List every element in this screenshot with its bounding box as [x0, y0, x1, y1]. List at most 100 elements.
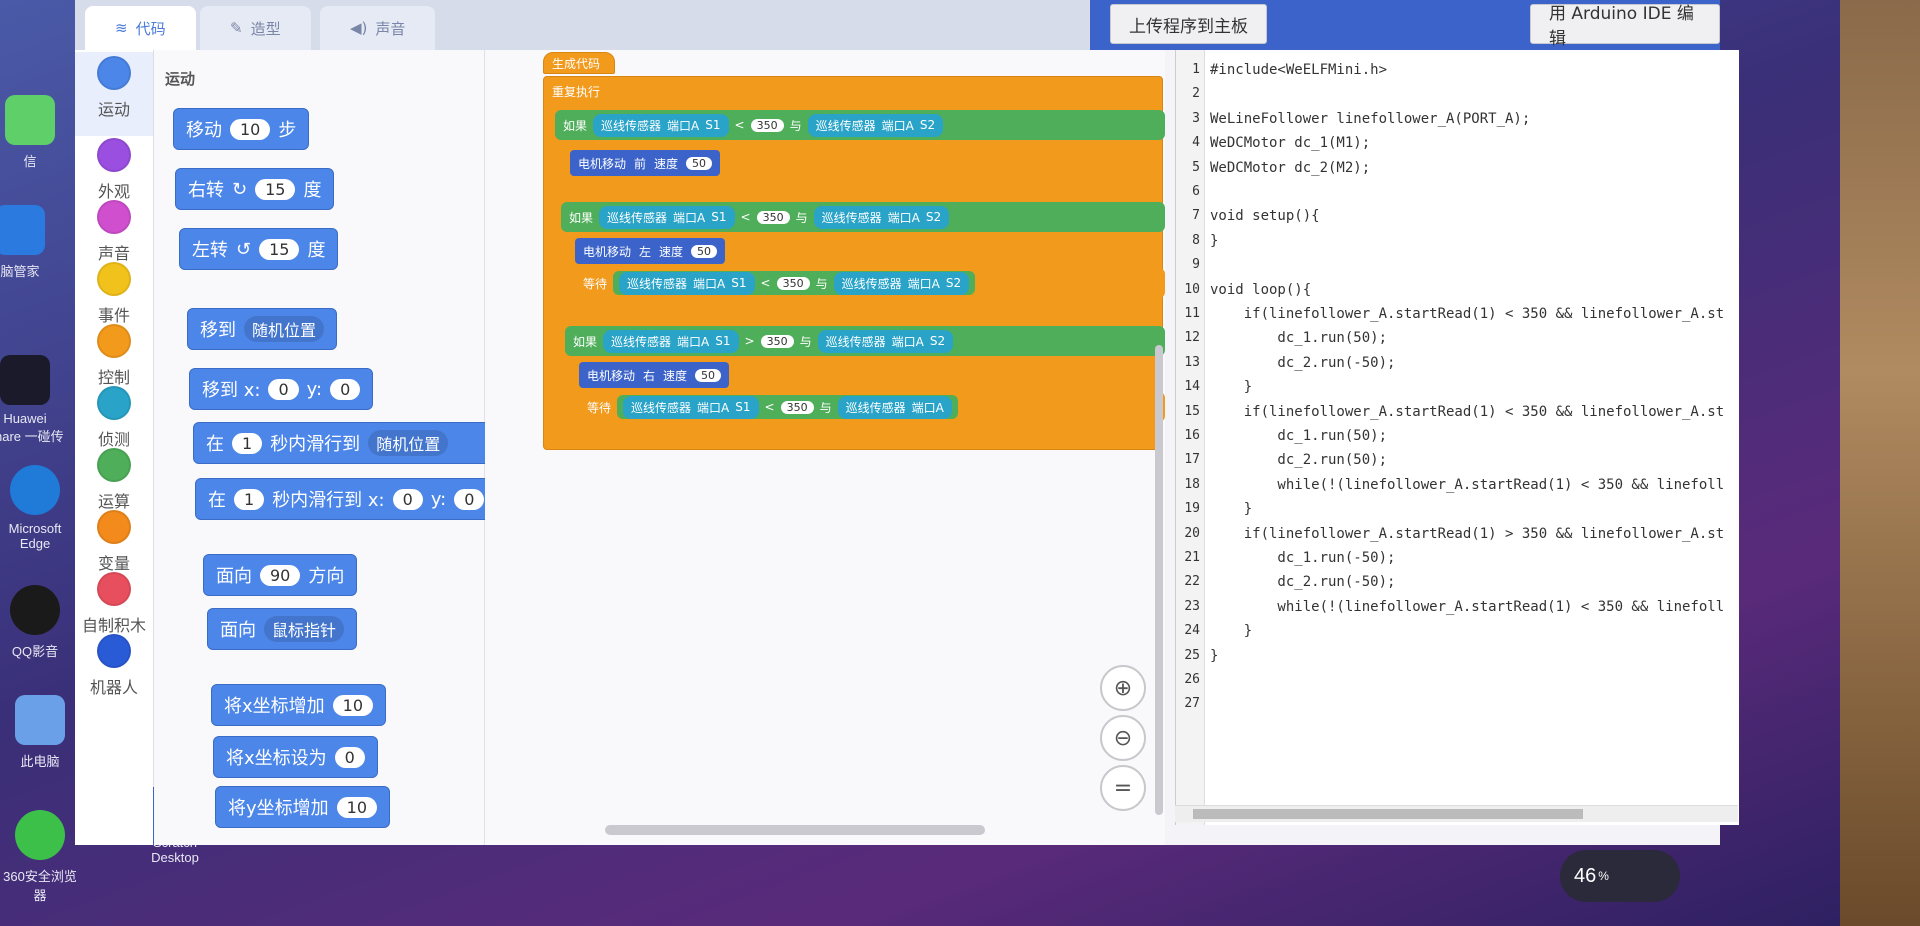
code-line: WeDCMotor dc_2(M2); — [1210, 159, 1371, 176]
line-number: 5 — [1192, 159, 1200, 175]
editor-scroll-thumb[interactable] — [1193, 809, 1583, 819]
desktop-icon-huawei-share[interactable]: Huawei Share 一碰传 — [0, 355, 65, 445]
tab-costume[interactable]: ✎ 造型 — [200, 6, 311, 50]
arduino-ide-button[interactable]: 用 Arduino IDE 编辑 — [1530, 4, 1720, 49]
line-number: 17 — [1184, 452, 1200, 468]
category-events[interactable]: 事件 — [75, 262, 153, 326]
category-myblocks[interactable]: 自制积木 — [75, 572, 153, 636]
category-menu: 运动 外观 声音 事件 控制 侦测 运算 变量 自制积木 机器人 — [75, 50, 154, 845]
robot-dot-icon — [97, 634, 131, 668]
line-number: 25 — [1184, 647, 1200, 663]
category-robot[interactable]: 机器人 — [75, 634, 153, 698]
desktop-icon-thispc[interactable]: 此电脑 — [0, 695, 80, 770]
code-line: dc_2.run(50); — [1210, 452, 1388, 469]
wait-until-block-1[interactable]: 等待 巡线传感器 端口A S1 < 350 与 巡线传感器 端口A S2 — [575, 268, 1165, 298]
events-dot-icon — [97, 262, 131, 296]
category-motion[interactable]: 运动 — [75, 52, 153, 136]
desk-edge — [1840, 0, 1920, 926]
battery-indicator: 46% — [1560, 850, 1680, 902]
code-line: } — [1210, 379, 1253, 396]
palette-section-title: 运动 — [165, 70, 196, 88]
line-number: 13 — [1184, 354, 1200, 370]
desktop-icon-360browser[interactable]: 360安全浏览器 — [0, 810, 80, 904]
line-number: 26 — [1184, 672, 1200, 687]
block-move-steps[interactable]: 移动 10 步 — [173, 108, 310, 150]
code-line: while(!(linefollower_A.startRead(1) < 35… — [1210, 476, 1725, 493]
line-number: 12 — [1184, 330, 1200, 346]
line-number: 15 — [1184, 403, 1200, 419]
code-line: #include<WeELFMini.h> — [1210, 62, 1388, 78]
code-line: if(linefollower_A.startRead(1) < 350 && … — [1210, 403, 1725, 420]
desktop-icon-edge[interactable]: Microsoft Edge — [0, 465, 75, 551]
block-turn-left[interactable]: 左转 ↺ 15 度 — [179, 228, 339, 270]
category-looks[interactable]: 外观 — [75, 138, 153, 202]
line-number: 27 — [1184, 696, 1200, 712]
rotate-right-icon: ↻ — [232, 178, 248, 200]
variables-dot-icon — [97, 510, 131, 544]
motor-move-left[interactable]: 电机移动 左 速度 50 — [575, 238, 726, 264]
rotate-left-icon: ↺ — [236, 238, 252, 260]
category-operators[interactable]: 运算 — [75, 448, 153, 512]
code-line: } — [1210, 501, 1253, 518]
line-number: 3 — [1192, 110, 1200, 126]
if-block-3-condition[interactable]: 如果 巡线传感器 端口A S1 > 350 与 巡线传感器 端口A S2 — [565, 326, 1165, 356]
line-number: 23 — [1184, 598, 1200, 614]
zoom-reset-button[interactable]: = — [1100, 765, 1146, 811]
code-line: } — [1210, 232, 1219, 249]
block-goto[interactable]: 移到 随机位置 — [187, 308, 338, 350]
block-change-y[interactable]: 将y坐标增加 10 — [215, 786, 391, 828]
app-window: ≋ 代码 ✎ 造型 ◀) 声音 上传程序到主板 用 Arduino IDE 编辑… — [75, 0, 1739, 845]
code-line: dc_2.run(-50); — [1210, 354, 1396, 371]
sensing-dot-icon — [97, 386, 131, 420]
category-variables[interactable]: 变量 — [75, 510, 153, 574]
line-number: 14 — [1184, 379, 1200, 395]
brush-icon: ✎ — [230, 19, 243, 37]
code-line: if(linefollower_A.startRead(1) < 350 && … — [1210, 306, 1725, 322]
control-dot-icon — [97, 324, 131, 358]
motor-move-forward[interactable]: 电机移动 前 速度 50 — [570, 150, 721, 176]
editor-horizontal-scrollbar[interactable] — [1175, 805, 1738, 822]
wait-until-block-2[interactable]: 等待 巡线传感器 端口A S1 < 350 与 巡线传感器 端口A — [579, 392, 1165, 422]
line-number: 6 — [1192, 184, 1200, 199]
category-sound[interactable]: 声音 — [75, 200, 153, 264]
tab-sound[interactable]: ◀) 声音 — [320, 6, 436, 50]
code-line: dc_1.run(50); — [1210, 330, 1388, 347]
block-glide[interactable]: 在 1 秒内滑行到 随机位置 — [193, 422, 493, 464]
workspace-horizontal-scrollbar[interactable] — [605, 825, 985, 835]
block-goto-xy[interactable]: 移到 x: 0 y: 0 — [189, 368, 374, 410]
tab-code[interactable]: ≋ 代码 — [85, 6, 196, 50]
code-line: if(linefollower_A.startRead(1) > 350 && … — [1210, 525, 1725, 542]
hat-generate-code[interactable]: 生成代码 — [543, 52, 615, 74]
tab-bar: ≋ 代码 ✎ 造型 ◀) 声音 — [75, 0, 1095, 50]
code-icon: ≋ — [115, 19, 128, 37]
block-turn-right[interactable]: 右转 ↻ 15 度 — [175, 168, 335, 210]
motor-move-right[interactable]: 电机移动 右 速度 50 — [579, 362, 730, 388]
desktop-icon-wechat[interactable]: 信 — [0, 95, 70, 170]
block-point-direction[interactable]: 面向 90 方向 — [203, 554, 358, 596]
code-line: void setup(){ — [1210, 208, 1320, 225]
desktop-icon-qqplayer[interactable]: QQ影音 — [0, 585, 75, 660]
if-block-2-condition[interactable]: 如果 巡线传感器 端口A S1 < 350 与 巡线传感器 端口A S2 — [561, 202, 1165, 232]
category-control[interactable]: 控制 — [75, 324, 153, 388]
code-line: dc_1.run(-50); — [1210, 550, 1396, 566]
line-number: 21 — [1184, 550, 1200, 565]
code-line: while(!(linefollower_A.startRead(1) < 35… — [1210, 598, 1725, 615]
zoom-in-button[interactable]: ⊕ — [1100, 665, 1146, 711]
desktop-icon-pcmanager[interactable]: 脑管家 — [0, 205, 60, 280]
operators-dot-icon — [97, 448, 131, 482]
if-block-1-condition[interactable]: 如果 巡线传感器 端口A S1 < 350 与 巡线传感器 端口A S2 — [555, 110, 1165, 140]
code-editor[interactable]: 1 #include<WeELFMini.h> 2 3 WeLineFollower l… — [1175, 50, 1739, 825]
looks-dot-icon — [97, 138, 131, 172]
line-number: 22 — [1184, 574, 1200, 590]
upload-button[interactable]: 上传程序到主板 — [1110, 4, 1267, 44]
myblocks-dot-icon — [97, 572, 131, 606]
block-glide-xy[interactable]: 在 1 秒内滑行到 x: 0 y: 0 — [195, 478, 495, 520]
line-number: 7 — [1192, 208, 1200, 224]
block-set-x[interactable]: 将x坐标设为 0 — [213, 736, 378, 778]
category-sensing[interactable]: 侦测 — [75, 386, 153, 450]
block-point-towards[interactable]: 面向 鼠标指针 — [207, 608, 358, 650]
line-number: 18 — [1184, 476, 1200, 492]
block-change-x[interactable]: 将x坐标增加 10 — [211, 684, 387, 726]
workspace-vertical-scrollbar[interactable] — [1155, 345, 1163, 815]
zoom-out-button[interactable]: ⊖ — [1100, 715, 1146, 761]
